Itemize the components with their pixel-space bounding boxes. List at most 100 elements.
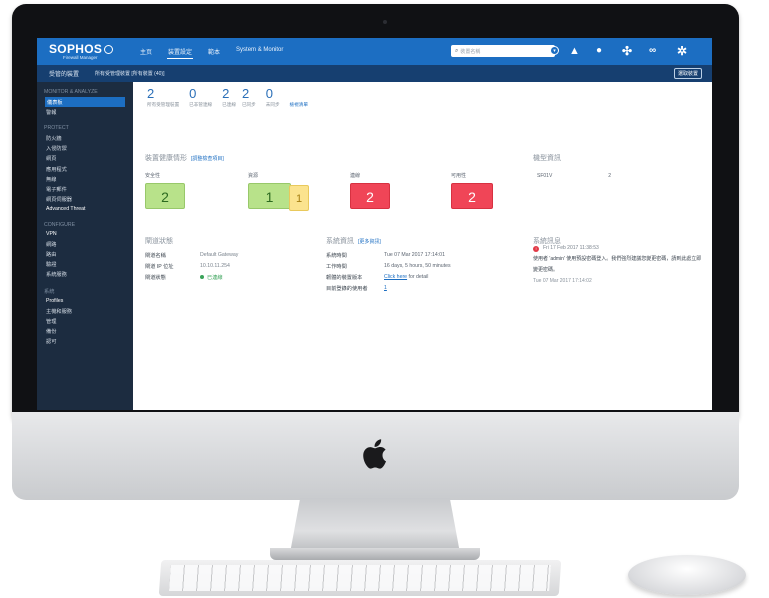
- sidebar-item[interactable]: 系統服務: [37, 270, 133, 280]
- system-value: Tue 07 Mar 2017 17:14:01: [384, 252, 445, 258]
- health-card-availability[interactable]: 可用性 2: [451, 172, 493, 209]
- top-bar: SOPHOS Firewall Manager 主页 装置設定 範本 Syste…: [37, 38, 712, 65]
- gateway-title: 閘道狀態: [145, 238, 173, 245]
- camera: [383, 20, 387, 24]
- more-info-link[interactable]: [更多資訊]: [358, 239, 381, 245]
- stat-label: 已同步: [241, 102, 256, 107]
- sidebar-item[interactable]: 儀表板: [45, 97, 125, 108]
- gateway-row: 閘道 IP 位址 10.10.11.254: [145, 263, 238, 274]
- search-placeholder: 裝置名稱: [460, 48, 481, 55]
- sidebar-item[interactable]: 電子郵件: [37, 184, 133, 194]
- tile-value[interactable]: 2: [451, 183, 493, 209]
- stat-all-devices[interactable]: 2 所有受管理裝置: [147, 87, 179, 108]
- firmware-click-here-link[interactable]: Click here: [384, 274, 407, 280]
- system-value-suffix: for detail: [407, 274, 429, 280]
- sidebar-item[interactable]: Profiles: [37, 297, 133, 306]
- system-row: 系統時間 Tue 07 Mar 2017 17:14:01: [326, 252, 451, 263]
- system-row: 目前登錄的使用者 1: [326, 285, 451, 296]
- system-row: 工作時間 16 days, 5 hours, 50 minutes: [326, 263, 451, 274]
- sidebar-section-title: 系統: [44, 288, 55, 295]
- tile-value-warning[interactable]: 1: [289, 185, 309, 211]
- device-stats: 2 所有受管理裝置 0 已非管連線 2 已連線 2 已同步 0 未同步 檢視清單: [147, 87, 318, 108]
- sidebar-item[interactable]: Advanced Threat: [37, 205, 133, 214]
- stat-number: 0: [265, 86, 273, 101]
- sophos-logo[interactable]: SOPHOS Firewall Manager: [37, 43, 135, 60]
- gateway-table: 閘道名稱 Default Gateway 閘道 IP 位址 10.10.11.254…: [145, 252, 238, 285]
- stand-foot: [270, 548, 480, 560]
- keyboard: [158, 560, 562, 596]
- system-title: 系統資訊 [更多資訊]: [326, 236, 381, 246]
- stat-number: 2: [241, 86, 250, 101]
- info-icon[interactable]: ●: [596, 43, 602, 59]
- sidebar-item[interactable]: 網頁伺服器: [37, 195, 133, 205]
- sidebar-item[interactable]: VPN: [37, 230, 133, 239]
- sidebar-item[interactable]: 路由: [37, 249, 133, 259]
- nav-system-monitor[interactable]: System & Monitor: [235, 45, 284, 59]
- sidebar-section-title: CONFIGURE: [44, 221, 76, 228]
- model-name: SF01V: [537, 173, 553, 179]
- select-device-button[interactable]: 選取裝置: [673, 68, 702, 79]
- message-body: 使用者 'admin' 使用預設密碼登入。我們強烈建議您變更密碼，請到此處立即變…: [533, 256, 702, 273]
- managed-devices-label: 受管的裝置: [49, 72, 80, 78]
- tile-value[interactable]: 1: [248, 183, 291, 209]
- stat-number: 2: [222, 86, 230, 101]
- system-title-text: 系統資訊: [326, 238, 354, 245]
- sidebar-section-title: PROTECT: [44, 125, 69, 132]
- logged-users-link[interactable]: 1: [384, 285, 387, 296]
- card-label: 安全性: [145, 173, 161, 179]
- context-bar: 受管的裝置 所有受管理裝置 [所有裝置 (40)] 選取裝置: [37, 65, 712, 82]
- model-row: SF01V 2: [537, 173, 611, 179]
- sidebar-item[interactable]: 警報: [37, 107, 133, 117]
- nav-templates[interactable]: 範本: [207, 45, 221, 59]
- nav-home[interactable]: 主页: [139, 45, 153, 59]
- device-group-selector[interactable]: 所有受管理裝置 [所有裝置 (40)]: [95, 70, 164, 77]
- sidebar-item[interactable]: 主機和服務: [37, 306, 133, 316]
- view-list-link[interactable]: 檢視清單: [290, 102, 308, 108]
- health-title-text: 裝置健康情形: [145, 155, 187, 162]
- card-label: 連線: [350, 173, 361, 179]
- stat-connected[interactable]: 2 已連線: [222, 87, 236, 108]
- sidebar-item[interactable]: 應用程式: [37, 164, 133, 174]
- stat-synced[interactable]: 2 已同步: [242, 87, 256, 108]
- health-card-security[interactable]: 安全性 2: [145, 172, 185, 209]
- network-icon[interactable]: ✣: [622, 43, 632, 59]
- health-card-resources[interactable]: 資源 11: [248, 172, 309, 211]
- binoculars-icon[interactable]: ∞: [649, 43, 656, 59]
- sidebar-item[interactable]: 無線: [37, 174, 133, 184]
- search-icon: ⌕: [455, 47, 459, 54]
- gateway-value: Default Gateway: [200, 252, 239, 258]
- gateway-row: 閘道狀態 已連線: [145, 274, 238, 285]
- tile-value[interactable]: 2: [350, 183, 390, 209]
- sidebar-item[interactable]: 備份: [37, 326, 133, 336]
- system-key: 工作時間: [326, 264, 347, 270]
- search-input[interactable]: ⌕ 裝置名稱 ▾: [451, 45, 559, 57]
- health-card-connection[interactable]: 連線 2: [350, 172, 390, 209]
- sidebar-item[interactable]: 防火牆: [37, 133, 133, 143]
- sidebar-item[interactable]: 認可: [37, 337, 133, 347]
- adjust-checks-link[interactable]: [調整檢查項目]: [191, 156, 224, 162]
- sidebar-item[interactable]: 管理: [37, 316, 133, 326]
- search-dropdown-icon[interactable]: ▾: [550, 46, 559, 55]
- gateway-key: 閘道狀態: [145, 275, 166, 281]
- nav-device-config[interactable]: 装置設定: [167, 45, 194, 59]
- stand-neck: [290, 498, 460, 553]
- gear-icon[interactable]: ✲: [677, 43, 687, 59]
- health-title: 裝置健康情形 [調整檢查項目]: [145, 153, 224, 163]
- dashboard-main: 2 所有受管理裝置 0 已非管連線 2 已連線 2 已同步 0 未同步 檢視清單 裝置健康…: [133, 82, 712, 410]
- gateway-value: 10.10.11.254: [200, 263, 230, 269]
- globe-icon: [104, 44, 114, 54]
- stat-unmanaged[interactable]: 0 已非管連線: [189, 87, 212, 108]
- sidebar-item[interactable]: 驗證: [37, 259, 133, 269]
- alert-icon[interactable]: ▲: [569, 43, 580, 59]
- sidebar-section-title: MONITOR & ANALYZE: [44, 89, 98, 95]
- sidebar-item[interactable]: 網頁: [37, 154, 133, 164]
- imac-photo: SOPHOS Firewall Manager 主页 装置設定 範本 Syste…: [0, 0, 769, 598]
- sidebar-item[interactable]: 入侵防禦: [37, 144, 133, 154]
- stat-unsynced[interactable]: 0 未同步: [266, 87, 280, 108]
- sidebar-item[interactable]: 網路: [37, 239, 133, 249]
- main-nav: 主页 装置設定 範本 System & Monitor: [139, 45, 284, 59]
- tile-value[interactable]: 2: [145, 183, 185, 209]
- system-key: 系統時間: [326, 253, 347, 259]
- sidebar: MONITOR & ANALYZE 儀表板 警報 PROTECT 防火牆 入侵防禦 網頁 應用…: [37, 82, 133, 410]
- system-messages: ! Fri 17 Feb 2017 11:38:53 使用者 'admin' 使用…: [533, 243, 703, 287]
